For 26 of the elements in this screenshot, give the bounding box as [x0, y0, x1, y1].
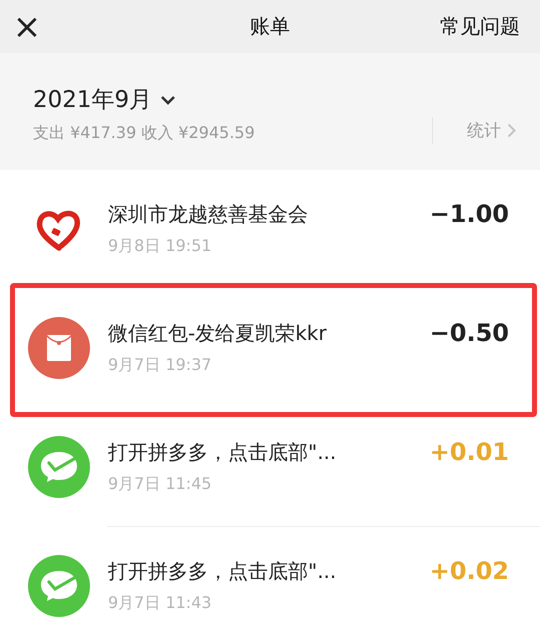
- transaction-row[interactable]: 微信红包-发给夏凯荣kkr 9月7日 19:37 −0.50: [0, 289, 540, 407]
- transaction-title: 打开拼多多，点击底部"...: [108, 558, 338, 585]
- chevron-right-icon: [507, 123, 516, 138]
- page-title: 账单: [250, 14, 290, 38]
- envelope-icon: [28, 317, 90, 379]
- transaction-time: 9月7日 11:45: [108, 474, 213, 495]
- transaction-row[interactable]: 打开拼多多，点击底部"... 9月7日 11:43 +0.02: [0, 527, 540, 633]
- chevron-down-icon: [160, 94, 176, 106]
- transaction-time: 9月8日 19:51: [108, 236, 213, 257]
- month-selector[interactable]: 2021年9月: [33, 84, 255, 115]
- chat-check-icon: [28, 555, 90, 617]
- transaction-amount: −1.00: [430, 200, 509, 228]
- chat-check-icon: [28, 436, 90, 498]
- transaction-row[interactable]: 深圳市龙越慈善基金会 9月8日 19:51 −1.00: [0, 170, 540, 288]
- transaction-amount: −0.50: [430, 319, 509, 347]
- transaction-title: 打开拼多多，点击底部"...: [108, 439, 338, 466]
- transaction-title: 深圳市龙越慈善基金会: [108, 201, 309, 228]
- transaction-amount: +0.02: [430, 557, 509, 585]
- transaction-title: 微信红包-发给夏凯荣kkr: [108, 320, 328, 347]
- close-button[interactable]: ×: [14, 14, 40, 40]
- transaction-time: 9月7日 19:37: [108, 355, 213, 376]
- faq-link[interactable]: 常见问题: [440, 13, 520, 40]
- transaction-time: 9月7日 11:43: [108, 593, 213, 614]
- totals-text: 支出 ¥417.39 收入 ¥2945.59: [33, 123, 255, 144]
- transaction-row[interactable]: 打开拼多多，点击底部"... 9月7日 11:45 +0.01: [0, 408, 540, 526]
- transaction-amount: +0.01: [430, 438, 509, 466]
